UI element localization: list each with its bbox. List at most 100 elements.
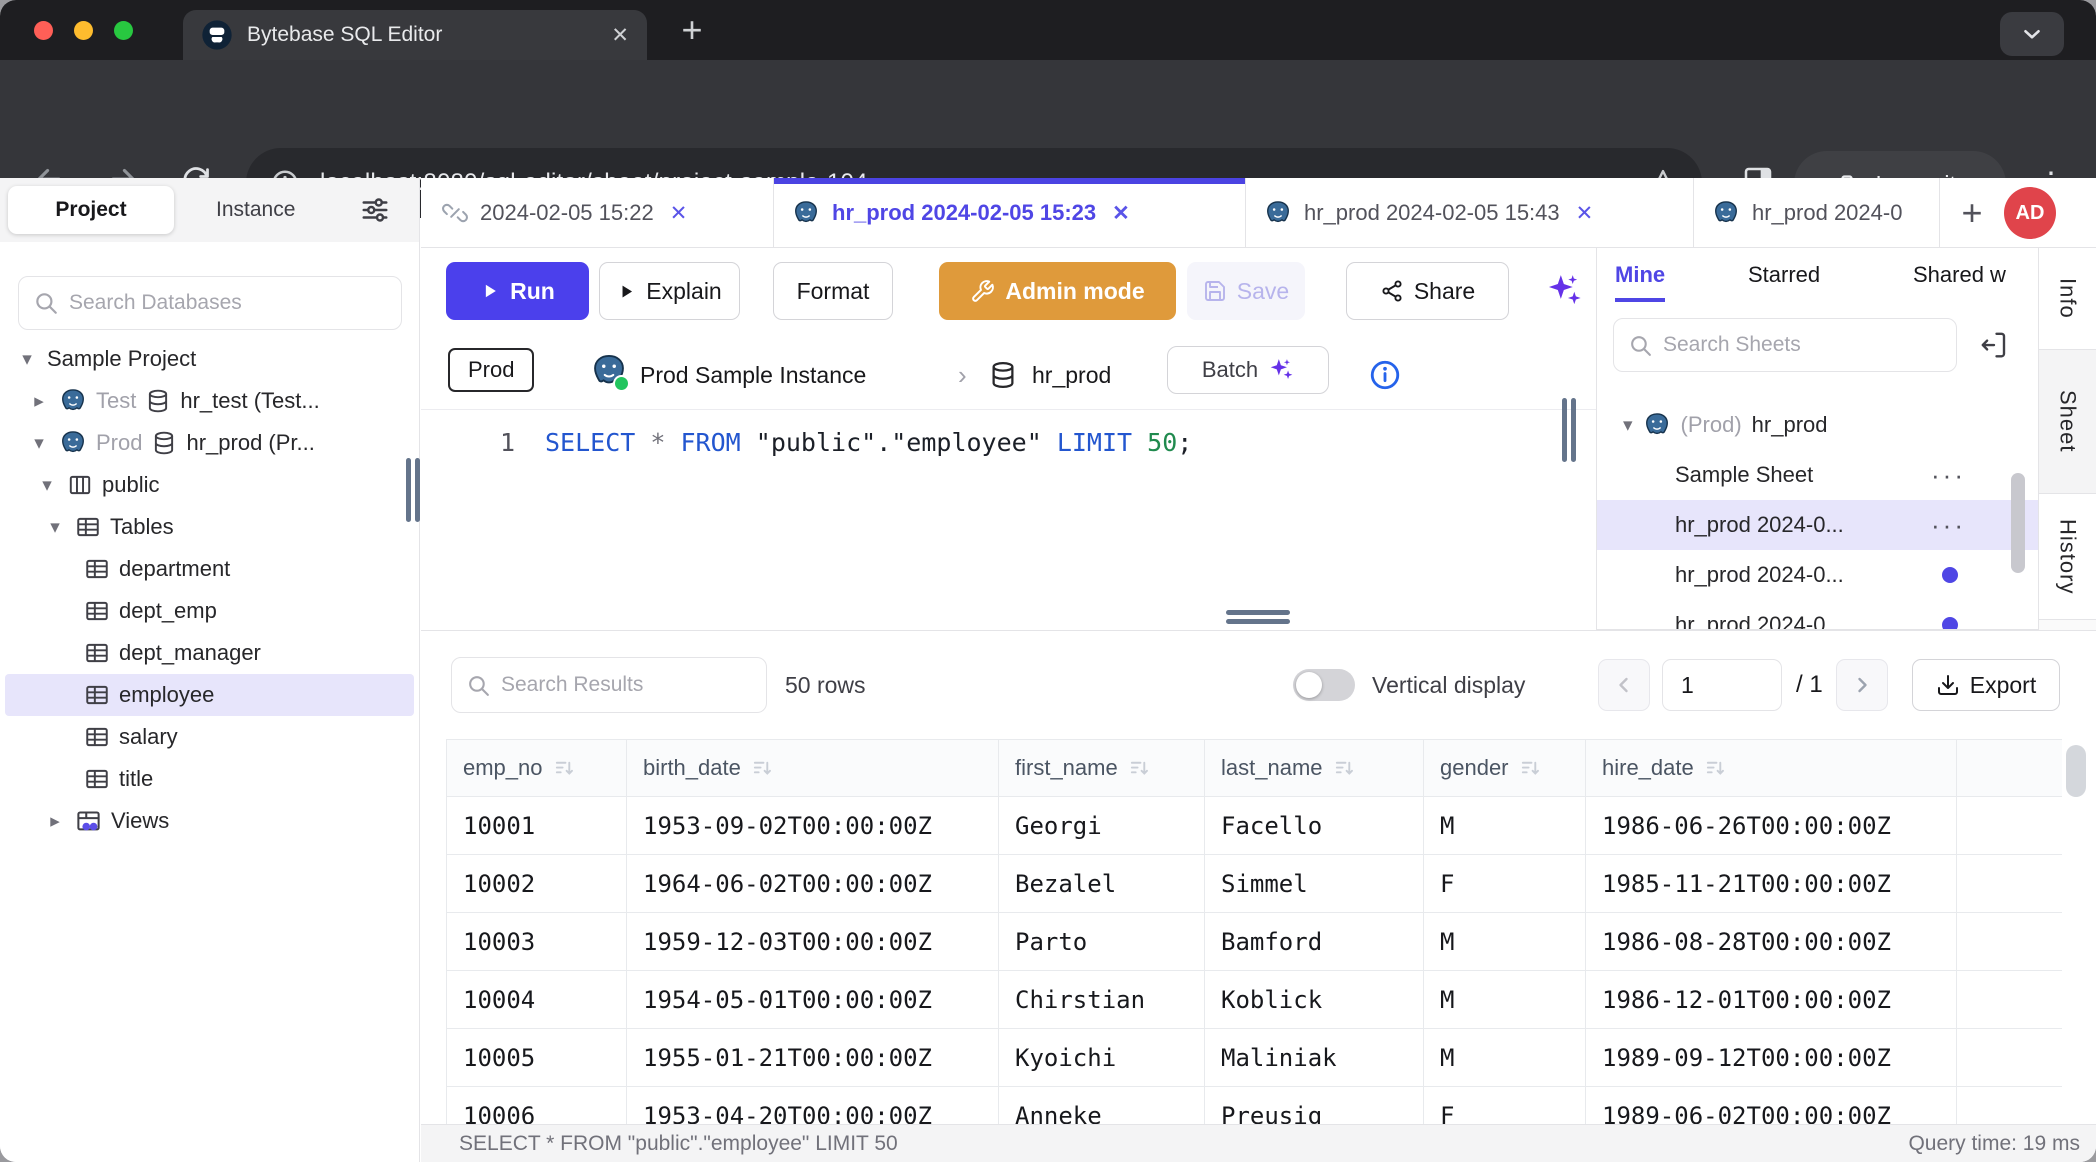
tab-instance[interactable]: Instance — [200, 186, 311, 234]
editor-panel-resize-handle[interactable] — [1562, 398, 1582, 462]
tab-project[interactable]: Project — [8, 186, 174, 234]
sidebar-resize-handle[interactable] — [406, 458, 426, 522]
sheets-tab-mine[interactable]: Mine — [1615, 262, 1665, 288]
cell-last_name-row6[interactable]: Preusig — [1205, 1087, 1424, 1125]
results-panel-resize-handle[interactable] — [1226, 610, 1290, 624]
results-search-input[interactable] — [501, 673, 752, 697]
new-sheet-tab-button[interactable]: + — [1950, 192, 1994, 236]
tree-item-tables[interactable]: ▾Tables — [0, 506, 419, 548]
side-tab-sheet[interactable]: Sheet — [2039, 350, 2096, 494]
cell-first_name-row3[interactable]: Parto — [999, 913, 1205, 971]
cell-hire_date-row2[interactable]: 1985-11-21T00:00:00Z — [1586, 855, 1957, 913]
tree-item-public[interactable]: ▾public — [0, 464, 419, 506]
cell-emp_no-row5[interactable]: 10005 — [447, 1029, 627, 1087]
cell-gender-row3[interactable]: M — [1424, 913, 1586, 971]
side-tab-info[interactable]: Info — [2039, 248, 2096, 350]
close-tab-icon[interactable]: ✕ — [611, 23, 629, 48]
sheet-menu-icon[interactable]: ··· — [1931, 388, 1966, 391]
close-window-button[interactable] — [34, 21, 53, 40]
new-tab-button[interactable]: + — [668, 6, 716, 54]
sheet-menu-icon[interactable]: ··· — [1931, 460, 1966, 491]
column-header-hire_date[interactable]: hire_date — [1586, 739, 1957, 797]
column-header-gender[interactable]: gender — [1424, 739, 1586, 797]
cell-gender-row5[interactable]: M — [1424, 1029, 1586, 1087]
cell-hire_date-row5[interactable]: 1989-09-12T00:00:00Z — [1586, 1029, 1957, 1087]
cell-birth_date-row4[interactable]: 1954-05-01T00:00:00Z — [627, 971, 999, 1029]
cell-birth_date-row3[interactable]: 1959-12-03T00:00:00Z — [627, 913, 999, 971]
sheet-item-sheet-unread-2[interactable]: hr_prod 2024-0... — [1597, 600, 2038, 630]
column-header-first_name[interactable]: first_name — [999, 739, 1205, 797]
cell-emp_no-row6[interactable]: 10006 — [447, 1087, 627, 1125]
cell-first_name-row5[interactable]: Kyoichi — [999, 1029, 1205, 1087]
run-button[interactable]: Run — [446, 262, 589, 320]
cell-emp_no-row4[interactable]: 10004 — [447, 971, 627, 1029]
cell-first_name-row4[interactable]: Chirstian — [999, 971, 1205, 1029]
side-tab-history[interactable]: History — [2039, 494, 2096, 620]
vertical-display-toggle[interactable] — [1293, 669, 1355, 701]
cell-birth_date-row5[interactable]: 1955-01-21T00:00:00Z — [627, 1029, 999, 1087]
tree-item-title[interactable]: title — [0, 758, 419, 800]
sql-editor[interactable]: 1 SELECT * FROM "public"."employee" LIMI… — [421, 411, 1596, 630]
cell-hire_date-row1[interactable]: 1986-06-26T00:00:00Z — [1586, 797, 1957, 855]
tree-item-hr-prod[interactable]: ▾Prodhr_prod (Pr... — [0, 422, 419, 464]
column-header-last_name[interactable]: last_name — [1205, 739, 1424, 797]
cell-last_name-row2[interactable]: Simmel — [1205, 855, 1424, 913]
cell-gender-row2[interactable]: F — [1424, 855, 1586, 913]
sheet-item-sample-sheet[interactable]: Sample Sheet··· — [1597, 450, 2038, 500]
database-name[interactable]: hr_prod — [1032, 340, 1111, 410]
sheet-item-sheet-selected[interactable]: hr_prod 2024-0...··· — [1597, 500, 2038, 550]
cell-last_name-row5[interactable]: Maliniak — [1205, 1029, 1424, 1087]
cell-hire_date-row3[interactable]: 1986-08-28T00:00:00Z — [1586, 913, 1957, 971]
browser-tab[interactable]: Bytebase SQL Editor ✕ — [183, 10, 647, 60]
database-search[interactable] — [18, 276, 402, 330]
tree-item-dept-manager[interactable]: dept_manager — [0, 632, 419, 674]
maximize-window-button[interactable] — [114, 21, 133, 40]
tree-item-sample-project[interactable]: ▾Sample Project — [0, 338, 419, 380]
cell-last_name-row3[interactable]: Bamford — [1205, 913, 1424, 971]
tree-item-dept-emp[interactable]: dept_emp — [0, 590, 419, 632]
sheet-item-group[interactable]: ▾(Prod)hr_prod — [1597, 400, 2038, 450]
cell-gender-row1[interactable]: M — [1424, 797, 1586, 855]
avatar[interactable]: AD — [2004, 187, 2056, 239]
tree-item-salary[interactable]: salary — [0, 716, 419, 758]
sheet-search-input[interactable] — [1663, 333, 1942, 357]
editor-tab-2[interactable]: hr_prod 2024-02-05 15:23✕ — [774, 178, 1246, 248]
cell-hire_date-row6[interactable]: 1989-06-02T00:00:00Z — [1586, 1087, 1957, 1125]
admin-mode-button[interactable]: Admin mode — [939, 262, 1176, 320]
database-search-input[interactable] — [69, 291, 387, 315]
close-tab-icon[interactable]: ✕ — [1112, 201, 1130, 226]
results-search[interactable] — [451, 657, 767, 713]
format-button[interactable]: Format — [773, 262, 893, 320]
cell-emp_no-row3[interactable]: 10003 — [447, 913, 627, 971]
filter-sliders-icon[interactable] — [360, 195, 390, 225]
collapse-panel-icon[interactable] — [1979, 330, 2009, 360]
tree-item-employee[interactable]: employee — [5, 674, 414, 716]
share-button[interactable]: Share — [1346, 262, 1509, 320]
cell-emp_no-row2[interactable]: 10002 — [447, 855, 627, 913]
connection-info-icon[interactable] — [1368, 358, 1402, 392]
minimize-window-button[interactable] — [74, 21, 93, 40]
close-tab-icon[interactable]: ✕ — [1576, 201, 1594, 226]
next-page-button[interactable] — [1836, 659, 1888, 711]
tab-search-button[interactable] — [2000, 12, 2064, 56]
sheet-search[interactable] — [1613, 318, 1957, 372]
batch-button[interactable]: Batch — [1167, 346, 1329, 394]
cell-birth_date-row2[interactable]: 1964-06-02T00:00:00Z — [627, 855, 999, 913]
sheet-list-scrollbar[interactable] — [2011, 473, 2025, 573]
cell-emp_no-row1[interactable]: 10001 — [447, 797, 627, 855]
cell-first_name-row6[interactable]: Anneke — [999, 1087, 1205, 1125]
sheet-item-clipped-top[interactable]: hr_prod 2024-0...··· — [1597, 388, 2038, 400]
tree-item-hr-test[interactable]: ▸Testhr_test (Test... — [0, 380, 419, 422]
cell-birth_date-row1[interactable]: 1953-09-02T00:00:00Z — [627, 797, 999, 855]
tree-item-views[interactable]: ▸Views — [0, 800, 419, 842]
save-button[interactable]: Save — [1187, 262, 1305, 320]
cell-gender-row4[interactable]: M — [1424, 971, 1586, 1029]
export-button[interactable]: Export — [1912, 659, 2060, 711]
page-number-input[interactable] — [1662, 659, 1782, 711]
sheets-tab-shared[interactable]: Shared w — [1913, 262, 2006, 288]
cell-last_name-row4[interactable]: Koblick — [1205, 971, 1424, 1029]
cell-first_name-row1[interactable]: Georgi — [999, 797, 1205, 855]
tree-item-department[interactable]: department — [0, 548, 419, 590]
cell-last_name-row1[interactable]: Facello — [1205, 797, 1424, 855]
sheet-menu-icon[interactable]: ··· — [1931, 510, 1966, 541]
